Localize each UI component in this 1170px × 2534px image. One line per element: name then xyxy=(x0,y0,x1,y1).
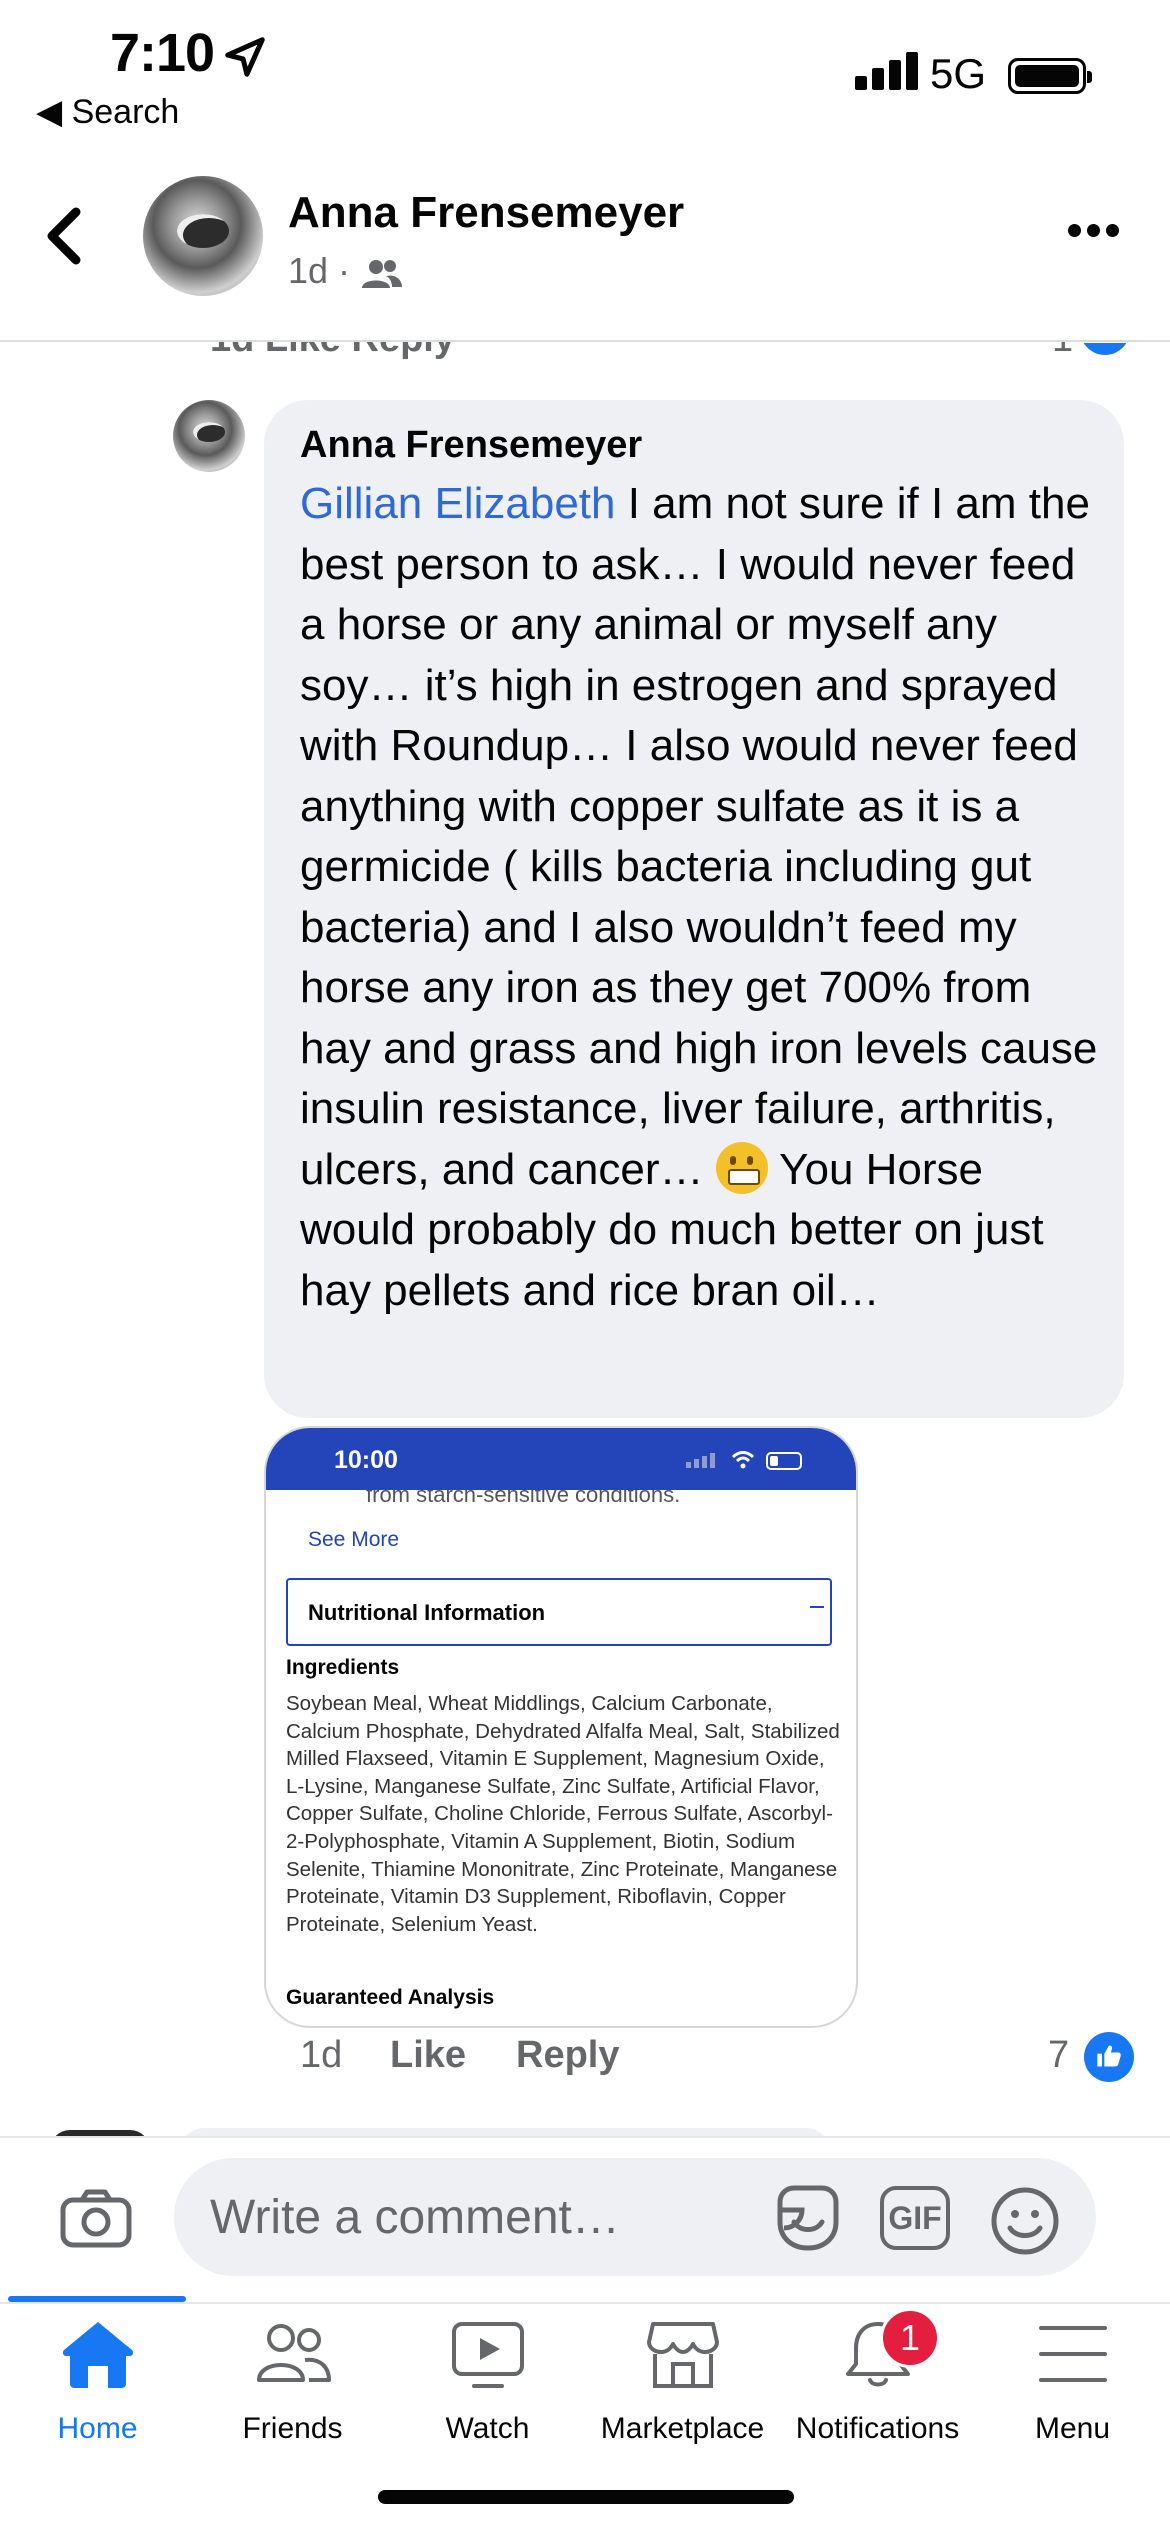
tab-marketplace[interactable]: Marketplace xyxy=(585,2318,780,2446)
attachment-time: 10:00 xyxy=(334,1446,398,1474)
comment-input-placeholder[interactable]: Write a comment… xyxy=(210,2190,620,2245)
tab-menu-label: Menu xyxy=(1034,2412,1111,2445)
back-to-search-link[interactable]: ◀ Search xyxy=(36,92,179,132)
post-meta: 1d · xyxy=(288,250,351,291)
attachment-status-bar: 10:00 xyxy=(266,1428,856,1490)
tab-friends[interactable]: Friends xyxy=(195,2318,390,2446)
gif-button[interactable]: GIF xyxy=(880,2186,950,2250)
attached-screenshot[interactable]: from starch-sensitive conditions. 10:00 … xyxy=(264,1426,858,2028)
tab-watch[interactable]: Watch xyxy=(390,2318,585,2446)
menu-icon xyxy=(1038,2326,1107,2382)
grimacing-emoji-icon xyxy=(715,1141,768,1194)
avatar[interactable] xyxy=(143,176,263,296)
like-thumb-icon[interactable] xyxy=(1084,2032,1134,2082)
see-more-link: See More xyxy=(308,1528,400,1551)
tab-friends-label: Friends xyxy=(242,2412,343,2445)
nutritional-info-box: Nutritional Information xyxy=(286,1578,832,1646)
friends-icon xyxy=(256,2324,331,2382)
location-arrow-icon xyxy=(225,37,265,77)
nutritional-info-title: Nutritional Information xyxy=(308,1600,546,1625)
like-count[interactable]: 7 xyxy=(1048,2034,1069,2077)
mention-link[interactable]: Gillian Elizabeth xyxy=(300,479,616,528)
guaranteed-analysis-title: Guaranteed Analysis xyxy=(286,1986,495,2009)
battery-icon xyxy=(1008,58,1092,94)
comment-text: Gillian Elizabeth I am not sure if I am … xyxy=(300,474,1100,1321)
network-type: 5G xyxy=(930,50,987,97)
tab-home[interactable]: Home xyxy=(0,2318,195,2446)
marketplace-icon xyxy=(646,2322,719,2388)
ingredients-title: Ingredients xyxy=(286,1656,400,1679)
like-button[interactable]: Like xyxy=(390,2034,466,2077)
back-chevron-icon[interactable] xyxy=(44,206,84,266)
tab-home-label: Home xyxy=(57,2412,138,2445)
comment-avatar[interactable] xyxy=(173,400,245,472)
status-time: 7:10 xyxy=(110,23,215,83)
tab-marketplace-label: Marketplace xyxy=(600,2412,765,2445)
reply-button[interactable]: Reply xyxy=(516,2034,619,2077)
camera-icon[interactable] xyxy=(60,2188,132,2248)
tab-notifications[interactable]: Notifications xyxy=(780,2318,975,2446)
signal-icon xyxy=(855,52,923,90)
notification-badge: 1 xyxy=(880,2308,940,2368)
attachment-wifi-icon xyxy=(731,1451,755,1469)
comment-time: 1d xyxy=(300,2034,343,2076)
sticker-icon[interactable] xyxy=(772,2182,844,2254)
friends-audience-icon xyxy=(362,260,402,288)
tab-notifications-label: Notifications xyxy=(795,2412,960,2445)
attachment-battery-icon xyxy=(766,1452,802,1470)
previous-like-badge-icon xyxy=(1080,343,1130,355)
home-indicator xyxy=(378,2490,794,2504)
comment-author[interactable]: Anna Frensemeyer xyxy=(300,424,642,467)
tab-menu[interactable]: Menu xyxy=(975,2318,1170,2446)
emoji-icon[interactable] xyxy=(990,2186,1060,2256)
attachment-signal-icon xyxy=(686,1450,718,1468)
home-icon xyxy=(62,2322,133,2388)
page-title[interactable]: Anna Frensemeyer xyxy=(288,188,684,238)
active-tab-indicator xyxy=(8,2296,186,2302)
more-options-icon[interactable] xyxy=(1068,224,1125,242)
header-divider xyxy=(0,340,1170,342)
comment-text-part1: I am not sure if I am the best person to… xyxy=(300,479,1098,1194)
collapse-minus-icon xyxy=(810,1606,824,1608)
watch-icon xyxy=(451,2322,524,2388)
tab-watch-label: Watch xyxy=(445,2412,530,2445)
ingredients-list: Soybean Meal, Wheat Middlings, Calcium C… xyxy=(286,1692,840,1936)
